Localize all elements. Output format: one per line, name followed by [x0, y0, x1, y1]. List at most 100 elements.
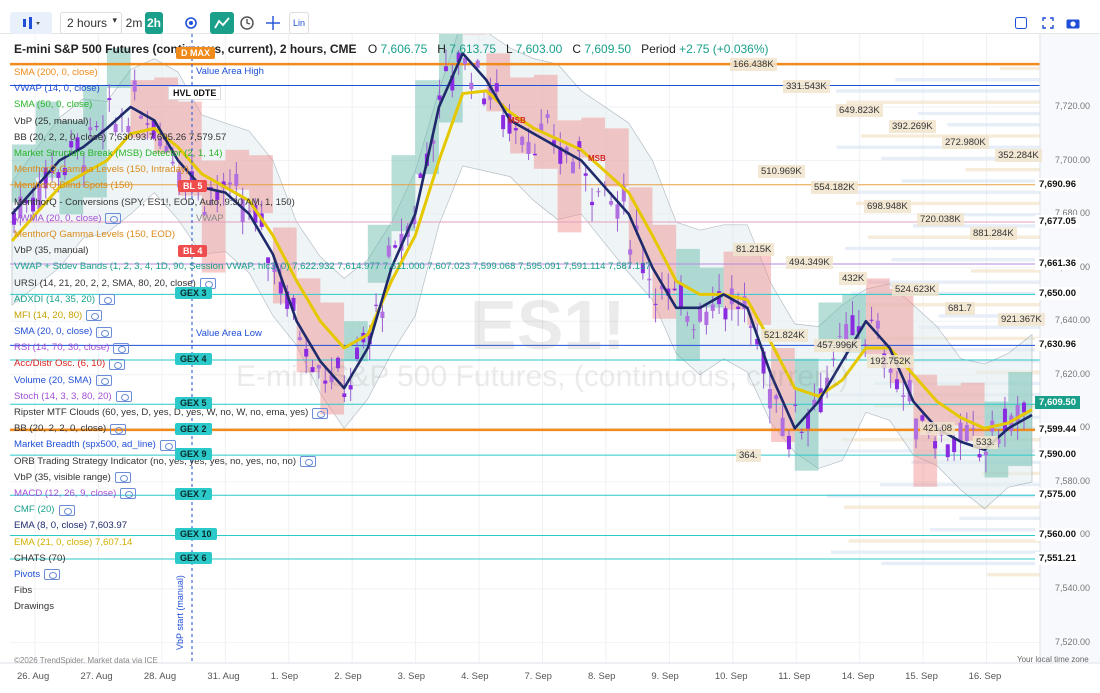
indicator-legend-item[interactable]: MenthorQ - Conversions (SPY, ES1!, EOD, …: [14, 195, 344, 211]
ohlc-readout: O 7,606.75 H 7,613.75 L 7,603.00 C 7,609…: [368, 42, 769, 56]
volume-profile-label: 331.543K: [783, 79, 830, 93]
volume-profile-label: 881.284K: [970, 226, 1017, 240]
visibility-eye-icon[interactable]: [312, 407, 329, 419]
indicator-legend-item[interactable]: MFI (14, 20, 80): [14, 308, 344, 324]
clock-icon[interactable]: [236, 12, 258, 34]
volume-profile-bar: [1000, 66, 1040, 71]
indicator-legend-label: Acc/Distr Osc. (6, 10): [14, 358, 106, 370]
candle-body: [418, 173, 423, 179]
fullscreen-icon[interactable]: [1040, 12, 1056, 34]
visibility-eye-icon[interactable]: [105, 213, 122, 225]
indicator-legend-item[interactable]: MenthorQ Gamma Levels (150, EOD): [14, 227, 344, 243]
blind-spot-tag: BL 4: [178, 244, 208, 257]
volume-profile-bar: [895, 78, 1040, 82]
settings-gear-icon[interactable]: [180, 12, 202, 34]
open-label: O: [367, 42, 378, 56]
chart-type-button[interactable]: [10, 12, 52, 34]
candle-body: [545, 114, 550, 118]
bear-cloud: [747, 248, 772, 325]
visibility-eye-icon[interactable]: [95, 375, 112, 387]
volume-profile-label: 521.824K: [761, 328, 808, 342]
indicator-legend-item[interactable]: VWAP + Stdev Bands (1, 2, 3, 4, 1D, 90, …: [14, 259, 651, 275]
indicator-legend-item[interactable]: VWMA (20, 0, close): [14, 211, 344, 227]
indicator-legend-item[interactable]: Market Structure Break (MSB) Detector (2…: [14, 146, 344, 162]
camera-icon[interactable]: [1064, 12, 1082, 34]
candle-body: [532, 153, 537, 156]
indicator-legend-label: URSI (14, 21, 20, 2, 2, SMA, 80, 20, clo…: [14, 277, 196, 289]
interval-2h-button[interactable]: 2h: [145, 12, 163, 34]
visibility-eye-icon[interactable]: [99, 294, 116, 306]
visibility-eye-icon[interactable]: [120, 488, 137, 500]
low-label: L: [506, 42, 513, 56]
visibility-eye-icon[interactable]: [113, 342, 130, 354]
candle-body: [799, 431, 804, 433]
price-level-label: 7,551.21: [1035, 552, 1080, 566]
candle-body: [494, 83, 499, 92]
volume-profile-label: 432K: [839, 272, 868, 286]
ai-icon[interactable]: [1013, 12, 1029, 34]
time-axis-tick: 7. Sep: [524, 671, 552, 682]
volume-profile-label: 720.038K: [917, 213, 964, 227]
close-label: C: [572, 42, 581, 56]
candle-body: [723, 308, 728, 320]
msb-label-2: MSB: [588, 154, 606, 163]
candle-body: [653, 303, 658, 305]
vwap-label: VWAP: [196, 213, 224, 224]
time-axis-tick: 11. Sep: [778, 671, 811, 682]
volume-profile-label: 649.823K: [836, 103, 883, 117]
interval-2m-button[interactable]: 2m: [124, 12, 144, 34]
candle-body: [583, 173, 588, 176]
indicator-legend-item[interactable]: Volume (20, SMA): [14, 373, 344, 389]
volume-profile-label: 554.182K: [811, 181, 858, 195]
volume-profile-bar: [826, 494, 1040, 498]
indicator-legend-item[interactable]: SMA (20, 0, close): [14, 324, 344, 340]
price-level-label: 7,677.05: [1035, 214, 1080, 228]
volume-profile-bar: [917, 111, 1040, 116]
visibility-eye-icon[interactable]: [44, 569, 61, 581]
volume-profile-label: 681.7: [945, 301, 975, 315]
visibility-eye-icon[interactable]: [96, 326, 113, 338]
visibility-eye-icon[interactable]: [109, 358, 126, 370]
candle-body: [710, 304, 715, 311]
candle-body: [386, 245, 391, 257]
gex-level-tag: GEX 10: [175, 528, 217, 541]
interval-select[interactable]: 2 hours ▾: [60, 12, 122, 34]
visibility-eye-icon[interactable]: [58, 504, 75, 516]
volume-profile-label: 698.948K: [864, 200, 911, 214]
indicator-legend-label: RSI (14, 70, 30, close): [14, 342, 110, 354]
candle-body: [437, 95, 442, 100]
volume-profile-label: 421.08: [920, 422, 956, 436]
candle-body: [983, 451, 988, 456]
indicator-legend-label: Volume (20, SMA): [14, 374, 92, 386]
indicator-legend-item[interactable]: MenthorQ Gamma Levels (150, Intraday): [14, 162, 344, 178]
candle-body: [678, 283, 683, 308]
volume-profile-bar: [848, 539, 1040, 543]
hvl-0dte-label: HVL 0DTE: [168, 86, 222, 100]
indicator-legend-item[interactable]: BB (20, 2, 2, 0, close) 7,630.93 7,605.2…: [14, 130, 344, 146]
indicator-legend-item[interactable]: VbP (35, visible range): [14, 470, 344, 486]
candle-body: [977, 454, 982, 458]
volume-profile-bar: [987, 572, 1040, 577]
crosshair-icon[interactable]: [262, 12, 284, 34]
visibility-eye-icon[interactable]: [300, 456, 317, 468]
visibility-eye-icon[interactable]: [115, 391, 132, 403]
indicator-legend-item[interactable]: CMF (20): [14, 502, 344, 518]
price-axis-tick: 7,580.00: [1054, 475, 1090, 486]
candle-body: [958, 422, 963, 442]
visibility-eye-icon[interactable]: [86, 310, 103, 322]
candle-body: [590, 201, 595, 206]
visibility-eye-icon[interactable]: [114, 472, 131, 484]
indicators-icon[interactable]: [210, 12, 234, 34]
time-axis-tick: 31. Aug: [207, 671, 240, 682]
candle-body: [901, 395, 906, 397]
indicator-legend-item[interactable]: SMA (200, 0, close): [14, 65, 344, 81]
visibility-eye-icon[interactable]: [110, 423, 127, 435]
indicator-legend-label: ORB Trading Strategy Indicator (no, yes,…: [14, 455, 297, 467]
price-level-label: 7,599.44: [1035, 422, 1080, 436]
price-level-label: 7,650.00: [1035, 287, 1080, 301]
indicator-legend-item[interactable]: VbP (25, manual): [14, 114, 344, 130]
volume-profile-label: 457.996K: [814, 339, 861, 353]
candle-body: [850, 315, 855, 336]
linear-scale-button[interactable]: Lin: [289, 12, 309, 34]
visibility-eye-icon[interactable]: [159, 439, 176, 451]
